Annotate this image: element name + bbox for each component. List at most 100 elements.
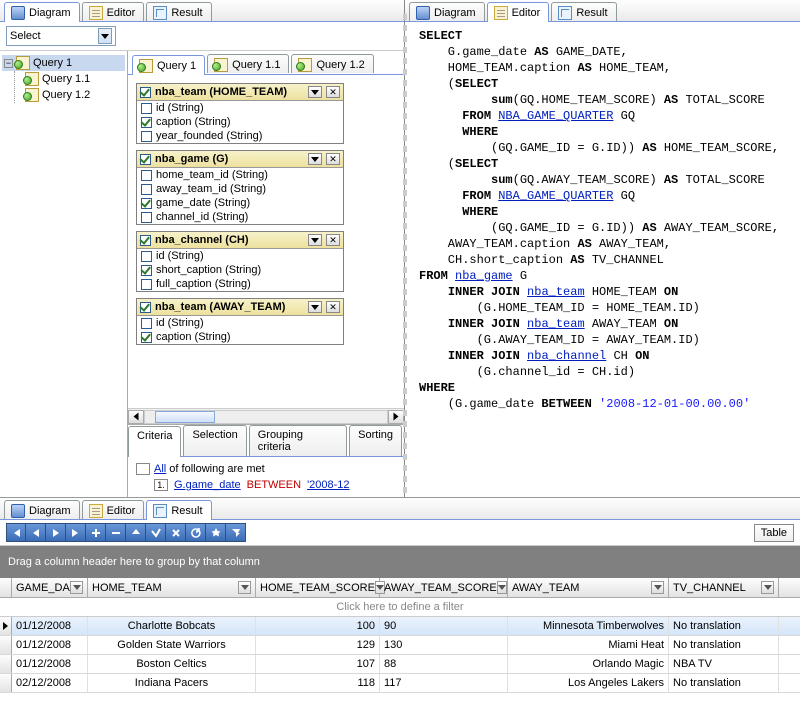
column-checkbox[interactable] xyxy=(141,332,152,343)
card-check-icon[interactable] xyxy=(140,87,151,98)
close-icon[interactable]: ✕ xyxy=(326,234,340,246)
column-row[interactable]: caption (String) xyxy=(137,330,343,344)
cell[interactable]: 107 xyxy=(256,655,380,673)
column-header[interactable]: GAME_DA xyxy=(12,578,88,597)
chevron-down-icon[interactable] xyxy=(761,581,774,594)
column-checkbox[interactable] xyxy=(141,279,152,290)
cell[interactable]: Orlando Magic xyxy=(508,655,669,673)
chevron-down-icon[interactable] xyxy=(70,581,83,594)
next-record-button[interactable] xyxy=(46,523,66,542)
card-check-icon[interactable] xyxy=(140,154,151,165)
criteria-tab[interactable]: Criteria xyxy=(128,426,181,457)
card-check-icon[interactable] xyxy=(140,235,151,246)
cell[interactable]: Golden State Warriors xyxy=(88,636,256,654)
scroll-right-icon[interactable] xyxy=(388,410,404,424)
chevron-down-icon[interactable] xyxy=(308,301,322,313)
tab-editor[interactable]: Editor xyxy=(82,500,145,519)
chevron-down-icon[interactable] xyxy=(308,234,322,246)
tab-result[interactable]: Result xyxy=(551,2,616,21)
cell[interactable]: 90 xyxy=(380,617,508,635)
cell[interactable]: 01/12/2008 xyxy=(12,636,88,654)
cell[interactable]: 88 xyxy=(380,655,508,673)
cell[interactable]: 02/12/2008 xyxy=(12,674,88,692)
column-row[interactable]: id (String) xyxy=(137,316,343,330)
column-header[interactable]: AWAY_TEAM xyxy=(508,578,669,597)
delete-record-button[interactable] xyxy=(106,523,126,542)
post-record-button[interactable] xyxy=(146,523,166,542)
criteria-tab[interactable]: Selection xyxy=(183,425,246,456)
designer-canvas[interactable]: nba_team (HOME_TEAM)✕id (String)caption … xyxy=(128,75,404,408)
tree-node-query11[interactable]: Query 1.1 xyxy=(23,71,125,87)
cell[interactable]: Boston Celtics xyxy=(88,655,256,673)
group-by-bar[interactable]: Drag a column header here to group by th… xyxy=(0,546,800,578)
edit-record-button[interactable] xyxy=(126,523,146,542)
column-row[interactable]: full_caption (String) xyxy=(137,277,343,291)
tree-node-query1[interactable]: − Query 1 xyxy=(2,55,125,71)
close-icon[interactable]: ✕ xyxy=(326,153,340,165)
column-header[interactable]: HOME_TEAM xyxy=(88,578,256,597)
close-icon[interactable]: ✕ xyxy=(326,86,340,98)
tree-node-query12[interactable]: Query 1.2 xyxy=(23,87,125,103)
tab-result[interactable]: Result xyxy=(146,500,211,520)
column-checkbox[interactable] xyxy=(141,265,152,276)
column-checkbox[interactable] xyxy=(141,318,152,329)
criteria-value-link[interactable]: '2008-12 xyxy=(307,479,349,491)
column-checkbox[interactable] xyxy=(141,184,152,195)
column-checkbox[interactable] xyxy=(141,117,152,128)
column-checkbox[interactable] xyxy=(141,251,152,262)
criteria-tab[interactable]: Sorting xyxy=(349,425,402,456)
column-row[interactable]: year_founded (String) xyxy=(137,129,343,143)
tab-editor[interactable]: Editor xyxy=(82,2,145,21)
column-row[interactable]: away_team_id (String) xyxy=(137,182,343,196)
column-checkbox[interactable] xyxy=(141,131,152,142)
table-card[interactable]: nba_team (AWAY_TEAM)✕id (String)caption … xyxy=(136,298,344,345)
first-record-button[interactable] xyxy=(6,523,26,542)
chevron-down-icon[interactable] xyxy=(308,153,322,165)
card-check-icon[interactable] xyxy=(140,302,151,313)
column-row[interactable]: caption (String) xyxy=(137,115,343,129)
table-card[interactable]: nba_channel (CH)✕id (String)short_captio… xyxy=(136,231,344,292)
cell[interactable]: Indiana Pacers xyxy=(88,674,256,692)
cell[interactable]: No translation xyxy=(669,674,779,692)
column-header[interactable]: TV_CHANNEL xyxy=(669,578,779,597)
collapse-icon[interactable]: − xyxy=(4,59,13,68)
table-row[interactable]: 02/12/2008Indiana Pacers118117Los Angele… xyxy=(0,674,800,693)
cell[interactable]: Miami Heat xyxy=(508,636,669,654)
criteria-tab[interactable]: Grouping criteria xyxy=(249,425,347,456)
cell[interactable]: No translation xyxy=(669,636,779,654)
cell[interactable]: 01/12/2008 xyxy=(12,617,88,635)
table-view-button[interactable]: Table xyxy=(754,524,794,542)
table-card[interactable]: nba_game (G)✕home_team_id (String)away_t… xyxy=(136,150,344,225)
column-checkbox[interactable] xyxy=(141,198,152,209)
scroll-thumb[interactable] xyxy=(155,411,215,423)
column-header[interactable]: AWAY_TEAM_SCORE xyxy=(380,578,508,597)
column-row[interactable]: game_date (String) xyxy=(137,196,343,210)
tab-editor[interactable]: Editor xyxy=(487,2,550,22)
tab-diagram[interactable]: Diagram xyxy=(4,2,80,22)
bookmark-button[interactable] xyxy=(206,523,226,542)
table-card[interactable]: nba_team (HOME_TEAM)✕id (String)caption … xyxy=(136,83,344,144)
close-icon[interactable]: ✕ xyxy=(326,301,340,313)
table-row[interactable]: 01/12/2008Boston Celtics10788Orlando Mag… xyxy=(0,655,800,674)
tab-result[interactable]: Result xyxy=(146,2,211,21)
prev-record-button[interactable] xyxy=(26,523,46,542)
column-row[interactable]: short_caption (String) xyxy=(137,263,343,277)
cell[interactable]: 01/12/2008 xyxy=(12,655,88,673)
column-row[interactable]: channel_id (String) xyxy=(137,210,343,224)
filter-button[interactable] xyxy=(226,523,246,542)
column-checkbox[interactable] xyxy=(141,212,152,223)
qtab-0[interactable]: Query 1 xyxy=(132,55,205,75)
criteria-operator[interactable]: BETWEEN xyxy=(247,479,301,491)
qtab-2[interactable]: Query 1.2 xyxy=(291,54,373,73)
add-record-button[interactable] xyxy=(86,523,106,542)
cell[interactable]: 130 xyxy=(380,636,508,654)
tab-diagram[interactable]: Diagram xyxy=(4,500,80,519)
chevron-down-icon[interactable] xyxy=(497,581,507,594)
table-row[interactable]: 01/12/2008Charlotte Bobcats10090Minnesot… xyxy=(0,617,800,636)
cell[interactable]: Los Angeles Lakers xyxy=(508,674,669,692)
column-row[interactable]: id (String) xyxy=(137,249,343,263)
column-header[interactable]: HOME_TEAM_SCORE xyxy=(256,578,380,597)
chevron-down-icon[interactable] xyxy=(308,86,322,98)
cell[interactable]: No translation xyxy=(669,617,779,635)
filter-row[interactable]: Click here to define a filter xyxy=(0,598,800,617)
